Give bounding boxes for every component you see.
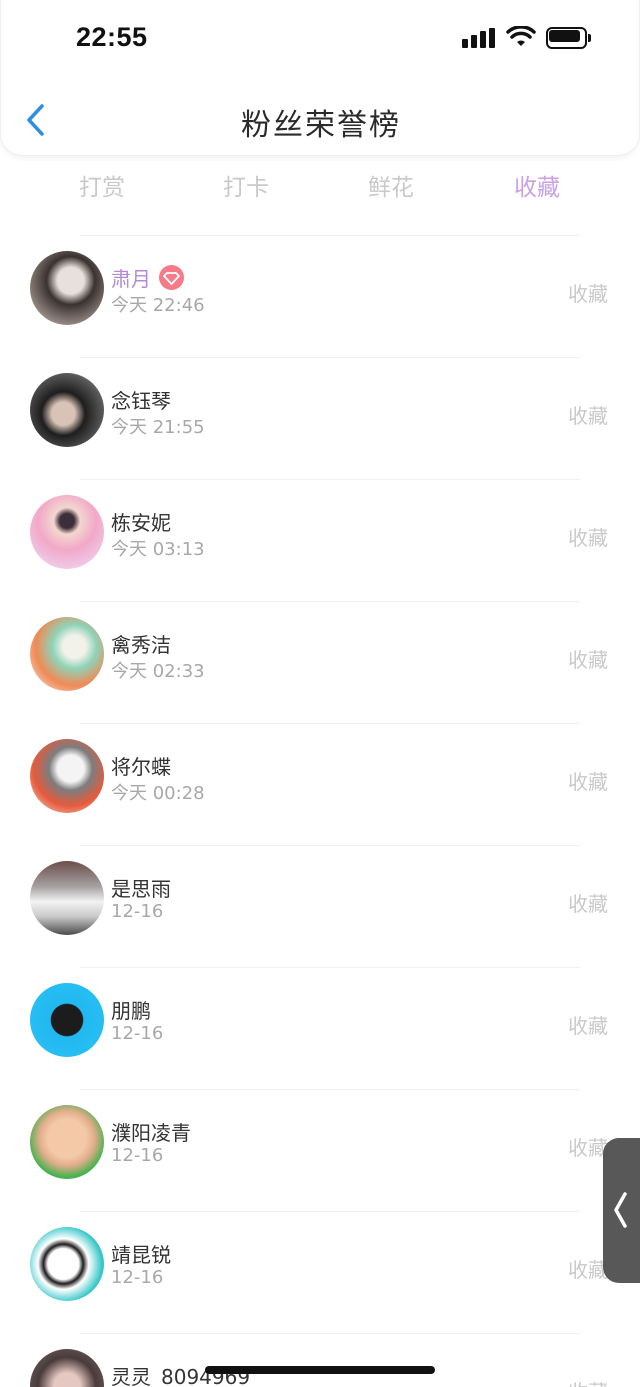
tab-bar: 打赏 打卡 鲜花 收藏 <box>0 160 640 212</box>
list-item[interactable]: 栋安妮 今天 03:13 收藏 <box>0 479 640 601</box>
divider <box>80 235 580 236</box>
avatar[interactable] <box>30 1227 104 1301</box>
tab-reward[interactable]: 打赏 <box>79 168 125 202</box>
user-name: 是思雨 <box>111 877 171 901</box>
action-label: 收藏 <box>568 526 608 550</box>
divider <box>80 723 580 724</box>
list-item[interactable]: 肃月 今天 22:46 收藏 <box>0 235 640 357</box>
action-label: 收藏 <box>568 404 608 428</box>
list-item[interactable]: 将尔蝶 今天 00:28 收藏 <box>0 723 640 845</box>
page-title: 粉丝荣誉榜 <box>241 108 401 143</box>
action-label: 收藏 <box>568 1376 608 1387</box>
divider <box>80 967 580 968</box>
action-label: 收藏 <box>568 648 608 672</box>
avatar[interactable] <box>30 617 104 691</box>
timestamp: 今天 03:13 <box>111 539 205 560</box>
action-label: 收藏 <box>568 770 608 794</box>
status-time: 22:55 <box>76 22 148 52</box>
user-name: 肃月 <box>111 263 184 292</box>
divider <box>80 601 580 602</box>
list-item[interactable]: 是思雨 12-16 收藏 <box>0 845 640 967</box>
navigation-bar: 22:55 粉丝荣誉榜 <box>0 0 640 156</box>
timestamp: 12-16 <box>111 1267 164 1288</box>
user-name: 靖昆锐 <box>111 1243 171 1267</box>
timestamp: 今天 02:33 <box>111 661 205 682</box>
list-item[interactable]: 靖昆锐 12-16 收藏 <box>0 1211 640 1333</box>
list-item[interactable]: 禽秀洁 今天 02:33 收藏 <box>0 601 640 723</box>
timestamp: 今天 21:55 <box>111 417 205 438</box>
avatar[interactable] <box>30 739 104 813</box>
timestamp: 12-16 <box>111 901 164 922</box>
user-name: 朋鹏 <box>111 999 151 1023</box>
action-label: 收藏 <box>568 1014 608 1038</box>
action-label: 收藏 <box>568 1136 608 1160</box>
divider <box>80 1089 580 1090</box>
user-name: 栋安妮 <box>111 511 171 535</box>
tab-checkin[interactable]: 打卡 <box>223 168 269 202</box>
tab-flowers[interactable]: 鲜花 <box>368 168 414 202</box>
timestamp: 12-16 <box>111 1023 164 1044</box>
list-item[interactable]: 念钰琴 今天 21:55 收藏 <box>0 357 640 479</box>
tab-favorites[interactable]: 收藏 <box>514 168 560 202</box>
side-drawer-handle[interactable] <box>603 1138 640 1283</box>
home-indicator[interactable] <box>205 1366 435 1374</box>
divider <box>80 1211 580 1212</box>
timestamp: 今天 00:28 <box>111 783 205 804</box>
list-item[interactable]: 濮阳凌青 12-16 收藏 <box>0 1089 640 1211</box>
timestamp: 12-16 <box>111 1145 164 1166</box>
timestamp: 今天 22:46 <box>111 295 205 316</box>
avatar[interactable] <box>30 495 104 569</box>
action-label: 收藏 <box>568 1258 608 1282</box>
status-bar: 22:55 <box>1 0 640 80</box>
avatar[interactable] <box>30 1349 104 1387</box>
cellular-signal-icon <box>462 28 496 48</box>
battery-icon <box>546 27 592 49</box>
wifi-icon <box>506 26 536 46</box>
list-item[interactable]: 灵灵_8094969 收藏 <box>0 1333 640 1387</box>
divider <box>80 845 580 846</box>
diamond-badge-icon <box>159 265 184 290</box>
list-item[interactable]: 朋鹏 12-16 收藏 <box>0 967 640 1089</box>
divider <box>80 479 580 480</box>
action-label: 收藏 <box>568 282 608 306</box>
user-name: 禽秀洁 <box>111 633 171 657</box>
chevron-left-icon <box>614 1192 627 1228</box>
avatar[interactable] <box>30 251 104 325</box>
avatar[interactable] <box>30 983 104 1057</box>
divider <box>80 1333 580 1334</box>
user-name: 将尔蝶 <box>111 755 171 779</box>
user-name: 濮阳凌青 <box>111 1121 191 1145</box>
divider <box>80 357 580 358</box>
user-name: 念钰琴 <box>111 389 171 413</box>
avatar[interactable] <box>30 861 104 935</box>
avatar[interactable] <box>30 1105 104 1179</box>
user-name: 灵灵_8094969 <box>111 1365 251 1387</box>
avatar[interactable] <box>30 373 104 447</box>
action-label: 收藏 <box>568 892 608 916</box>
